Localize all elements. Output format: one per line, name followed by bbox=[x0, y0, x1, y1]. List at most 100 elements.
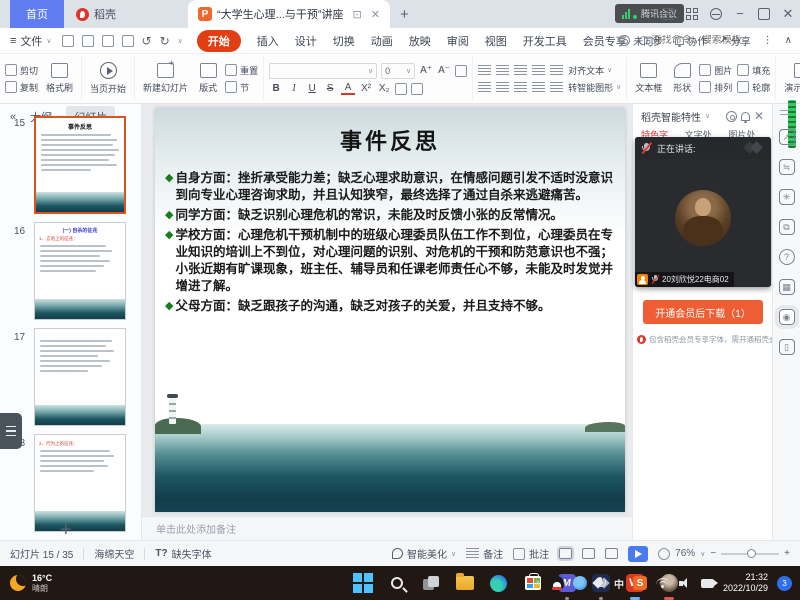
slide-title[interactable]: 事件反思 bbox=[155, 124, 625, 156]
align-left-icon[interactable] bbox=[478, 82, 491, 93]
tab-animation[interactable]: 动画 bbox=[371, 33, 393, 49]
customize-quick-access-icon[interactable]: ∨ bbox=[178, 37, 183, 45]
start-button[interactable] bbox=[352, 573, 373, 594]
sogou-input-icon[interactable]: S bbox=[633, 576, 647, 590]
zoom-out-button[interactable]: − bbox=[710, 548, 716, 559]
bell-icon[interactable] bbox=[741, 112, 750, 121]
bold-button[interactable]: B bbox=[269, 83, 283, 94]
line-spacing-icon[interactable] bbox=[550, 65, 563, 76]
browser-tray-icon[interactable] bbox=[573, 576, 587, 590]
justify-icon[interactable] bbox=[532, 82, 545, 93]
new-tab-button[interactable]: + bbox=[400, 6, 409, 23]
more-menu-icon[interactable]: ⋮ bbox=[763, 35, 773, 46]
file-explorer-button[interactable] bbox=[454, 573, 475, 594]
reset-button[interactable]: 重置 bbox=[225, 64, 258, 77]
copy-button[interactable]: 复制 bbox=[5, 81, 38, 94]
weather-widget[interactable]: 16°C晴朗 bbox=[0, 573, 52, 594]
new-slide-button[interactable]: 新建幻灯片 bbox=[140, 63, 191, 94]
comments-button[interactable]: 批注 bbox=[513, 546, 549, 561]
distribute-icon[interactable] bbox=[550, 82, 563, 93]
slideshow-play-button[interactable] bbox=[628, 546, 648, 562]
undo-icon[interactable]: ↺ bbox=[142, 34, 152, 48]
strikethrough-button[interactable]: S bbox=[323, 83, 337, 94]
clear-format-icon[interactable] bbox=[455, 65, 467, 77]
font-name-select[interactable]: ∨ bbox=[269, 63, 377, 79]
chevron-down-icon[interactable]: ∨ bbox=[705, 112, 710, 120]
bullets-icon[interactable] bbox=[478, 65, 491, 76]
align-right-icon[interactable] bbox=[514, 82, 527, 93]
slide-thumbnail-17[interactable] bbox=[34, 328, 126, 426]
notes-button[interactable]: 备注 bbox=[466, 546, 503, 561]
edge-browser-button[interactable] bbox=[488, 573, 509, 594]
slide-bullet[interactable]: ◆学校方面：心理危机干预机制中的班级心理委员队伍工作不到位，心理委员在专业知识的… bbox=[165, 227, 613, 295]
notification-badge[interactable]: 3 bbox=[777, 576, 792, 591]
slide-thumbnail-16[interactable]: (一) 自杀的征兆 1、言语上的征兆： bbox=[34, 222, 126, 320]
format-painter-button[interactable]: 格式刷 bbox=[43, 63, 76, 94]
slide-thumbnail-18[interactable]: 2、行为上的征兆： bbox=[34, 434, 126, 532]
convert-smartart-button[interactable]: 转智能图形∨ bbox=[568, 81, 621, 94]
help-icon[interactable]: ? bbox=[779, 249, 795, 265]
tab-design[interactable]: 设计 bbox=[295, 33, 317, 49]
slide-bullet[interactable]: ◆同学方面：缺乏识别心理危机的常识，未能及时反馈小张的反常情况。 bbox=[165, 207, 613, 224]
font-size-select[interactable]: 0∨ bbox=[381, 63, 415, 79]
document-tab[interactable]: P “大学生心理...与干预”讲座 ⊡ ✕ bbox=[188, 0, 390, 28]
decrease-indent-icon[interactable] bbox=[514, 65, 527, 76]
arrange-button[interactable]: 排列 bbox=[699, 81, 732, 94]
present-tools-button[interactable]: 演示工具 bbox=[781, 63, 800, 94]
zoom-slider[interactable] bbox=[721, 553, 779, 555]
decrease-font-icon[interactable]: A⁻ bbox=[437, 65, 451, 76]
picture-button[interactable]: 图片 bbox=[699, 64, 732, 77]
docer-tab[interactable]: 稻壳 bbox=[64, 0, 128, 28]
guide-book-icon[interactable]: ▯ bbox=[779, 339, 795, 355]
reading-view-button[interactable] bbox=[605, 548, 618, 559]
share-button[interactable]: ↗分享 bbox=[719, 33, 750, 48]
preview-icon[interactable] bbox=[122, 35, 134, 47]
tab-view[interactable]: 视图 bbox=[485, 33, 507, 49]
textbox-button[interactable]: 文本框 bbox=[632, 63, 665, 94]
hidden-icons-chevron[interactable]: ∧ bbox=[534, 578, 541, 589]
tab-review[interactable]: 审阅 bbox=[447, 33, 469, 49]
speaker-icon[interactable] bbox=[679, 578, 692, 589]
underline-button[interactable]: U bbox=[305, 83, 319, 94]
sliders-icon[interactable]: ≒ bbox=[779, 159, 795, 175]
meeting-floating-window[interactable]: 正在讲话: 20刘欣悦22电商02 bbox=[635, 137, 771, 287]
taskbar-clock[interactable]: 21:32 2022/10/29 bbox=[723, 572, 768, 595]
rocket-icon[interactable]: ↗ bbox=[779, 129, 795, 145]
close-pane-icon[interactable]: ✕ bbox=[754, 109, 764, 123]
text-effect-icon[interactable] bbox=[395, 83, 407, 95]
pin-tab-icon[interactable]: ⊡ bbox=[353, 8, 362, 21]
shapes-button[interactable]: 形状 bbox=[670, 63, 694, 94]
subscript-button[interactable]: X₂ bbox=[377, 83, 391, 94]
collapse-ribbon-icon[interactable]: ∧ bbox=[785, 35, 792, 46]
task-view-button[interactable] bbox=[420, 573, 441, 594]
slide-bullet[interactable]: ◆父母方面：缺乏跟孩子的沟通，缺乏对孩子的关爱，并且支持不够。 bbox=[165, 298, 613, 315]
outline-button[interactable]: 轮廓 bbox=[737, 81, 770, 94]
notes-bar[interactable]: 单击此处添加备注 bbox=[142, 516, 632, 540]
member-download-button[interactable]: 开通会员后下载（1） bbox=[643, 300, 763, 324]
slide-sorter-view-button[interactable] bbox=[582, 548, 595, 559]
add-slide-button[interactable]: + bbox=[60, 519, 72, 542]
tab-slideshow[interactable]: 放映 bbox=[409, 33, 431, 49]
increase-font-icon[interactable]: A⁺ bbox=[419, 65, 433, 76]
slide-thumbnail-15[interactable]: 事件反思 bbox=[34, 116, 126, 214]
close-tab-icon[interactable]: ✕ bbox=[371, 8, 380, 21]
print-icon[interactable] bbox=[102, 35, 114, 47]
fill-button[interactable]: 填充 bbox=[737, 64, 770, 77]
highlight-icon[interactable] bbox=[411, 83, 423, 95]
workspace-grid-icon[interactable] bbox=[686, 8, 698, 20]
skin-settings-icon[interactable] bbox=[710, 8, 722, 20]
redo-icon[interactable]: ↻ bbox=[160, 34, 170, 48]
tab-home[interactable]: 开始 bbox=[197, 30, 241, 52]
collaborate-button[interactable]: 协作 bbox=[675, 33, 707, 48]
qq-tray-icon[interactable] bbox=[550, 576, 564, 591]
gear-icon[interactable] bbox=[726, 111, 737, 122]
section-button[interactable]: 节 bbox=[225, 81, 258, 94]
output-icon[interactable] bbox=[82, 35, 94, 47]
slide-bullet[interactable]: ◆自身方面：挫折承受能力差；缺乏心理求助意识，在情感问题引发不适时没意识到向专业… bbox=[165, 170, 613, 204]
meeting-video-area[interactable]: 20刘欣悦22电商02 bbox=[635, 159, 771, 287]
microphone-tray-icon[interactable] bbox=[596, 577, 605, 590]
normal-view-button[interactable] bbox=[559, 548, 572, 559]
minimize-button[interactable]: − bbox=[734, 8, 746, 20]
missing-font-warning[interactable]: T?缺失字体 bbox=[145, 546, 221, 561]
location-pin-icon[interactable]: ◉ bbox=[779, 309, 795, 325]
